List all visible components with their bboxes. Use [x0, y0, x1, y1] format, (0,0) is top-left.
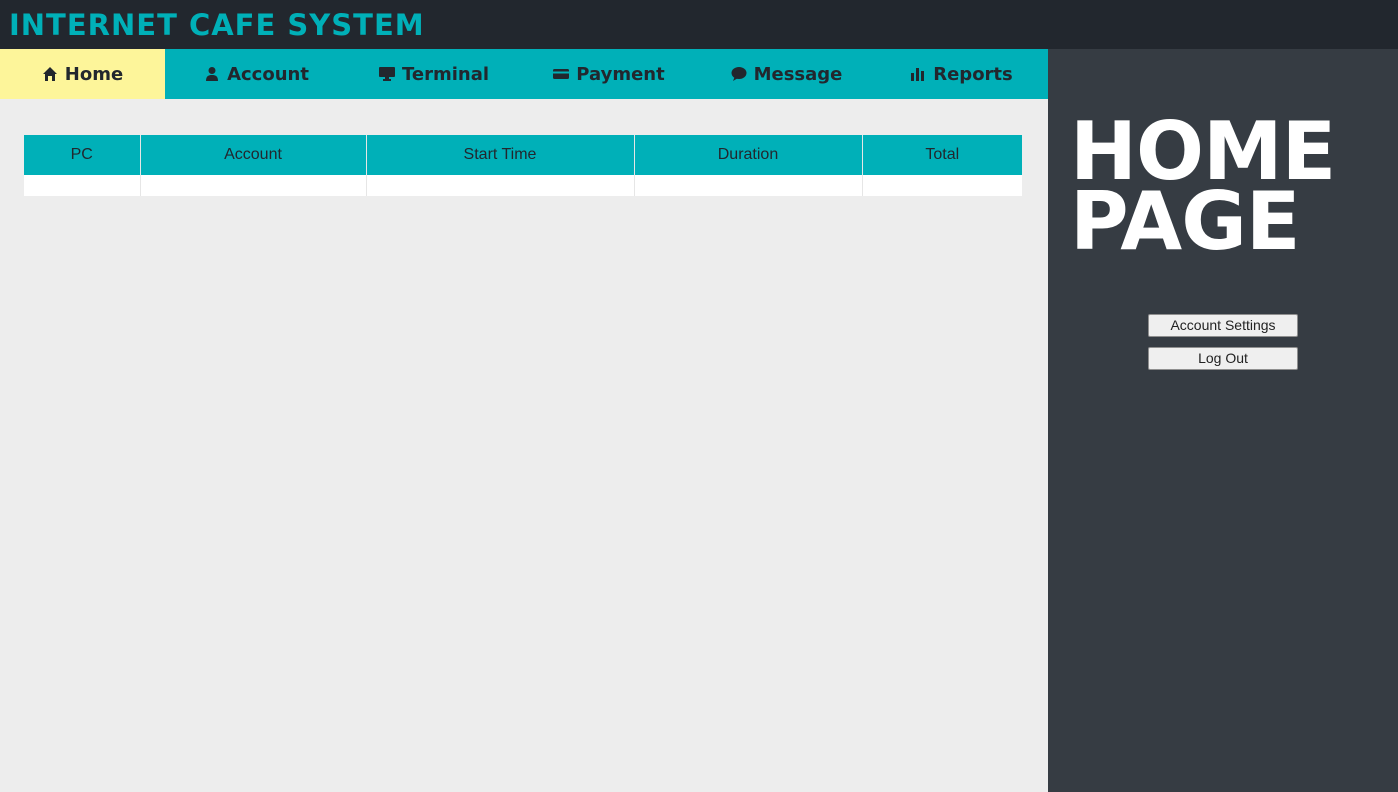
top-bar: INTERNET CAFE SYSTEM [0, 0, 1398, 49]
nav-item-label: Terminal [401, 63, 490, 85]
nav-item-account[interactable]: Account [165, 49, 348, 99]
side-panel: HOME PAGE Account Settings Log Out [1048, 49, 1398, 792]
sessions-table: PC Account Start Time Duration Total [24, 135, 1022, 196]
logout-button[interactable]: Log Out [1148, 347, 1298, 370]
table-row [24, 175, 1022, 196]
table-cell [634, 175, 863, 196]
nav-item-terminal[interactable]: Terminal [348, 49, 520, 99]
table-cell [862, 175, 1022, 196]
column-header-duration[interactable]: Duration [634, 135, 863, 175]
nav-item-label: Payment [576, 63, 665, 85]
column-header-total[interactable]: Total [862, 135, 1022, 175]
table-cell [366, 175, 635, 196]
credit-card-icon [553, 66, 570, 82]
nav-item-message[interactable]: Message [698, 49, 875, 99]
table-cell [24, 175, 141, 196]
page-heading-line2: PAGE [1070, 175, 1301, 268]
user-icon [204, 66, 220, 82]
main-nav: Home Account Terminal Payment Message Re… [0, 49, 1048, 99]
page-heading: HOME PAGE [1070, 112, 1336, 268]
table-cell [140, 175, 367, 196]
column-header-start-time[interactable]: Start Time [366, 135, 635, 175]
nav-item-reports[interactable]: Reports [875, 49, 1048, 99]
nav-item-payment[interactable]: Payment [520, 49, 698, 99]
main-content: PC Account Start Time Duration Total [0, 99, 1048, 792]
app-title: INTERNET CAFE SYSTEM [9, 8, 425, 42]
nav-item-label: Message [753, 63, 843, 85]
account-settings-button[interactable]: Account Settings [1148, 314, 1298, 337]
nav-item-label: Account [227, 63, 309, 85]
chat-icon [731, 66, 747, 82]
nav-item-label: Home [64, 63, 124, 85]
home-icon [42, 66, 58, 82]
bar-chart-icon [910, 66, 926, 82]
column-header-account[interactable]: Account [140, 135, 367, 175]
nav-item-label: Reports [933, 63, 1013, 85]
column-header-pc[interactable]: PC [24, 135, 141, 175]
nav-item-home[interactable]: Home [0, 49, 165, 99]
monitor-icon [378, 66, 395, 82]
table-header-row: PC Account Start Time Duration Total [24, 135, 1022, 175]
